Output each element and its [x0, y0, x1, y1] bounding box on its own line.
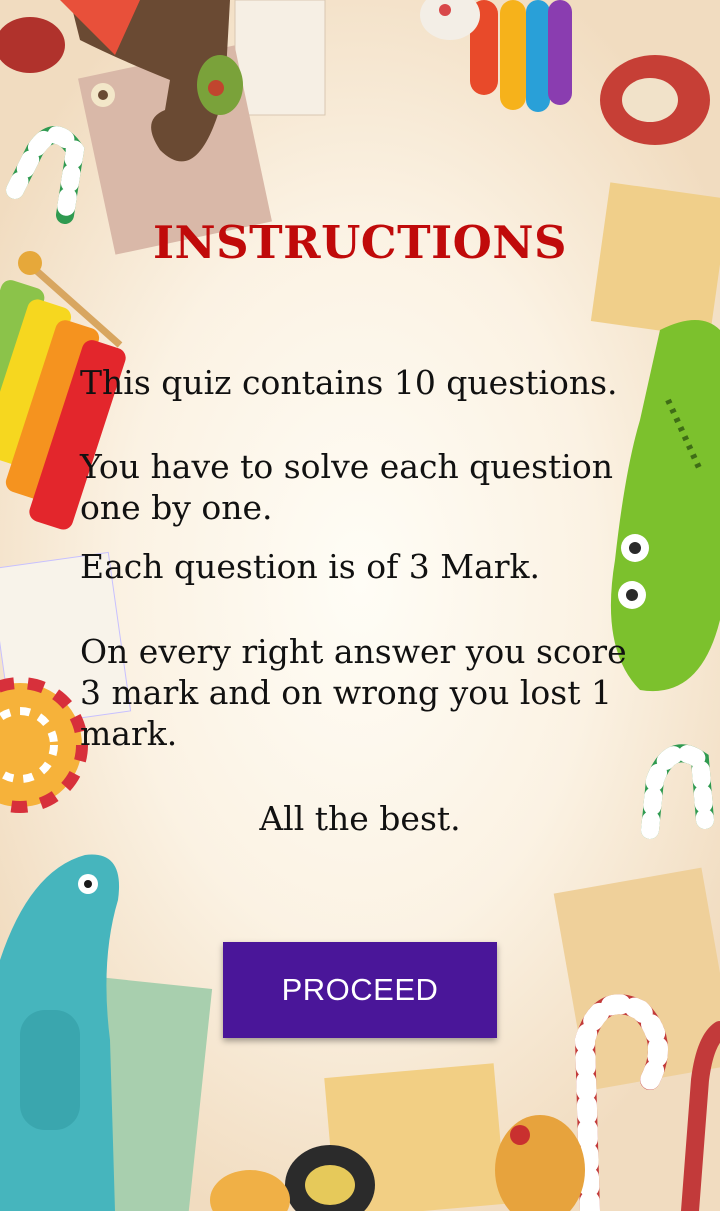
page-title: INSTRUCTIONS	[153, 216, 567, 269]
instruction-marks: Each question is of 3 Mark.	[80, 547, 541, 586]
instructions-screen: INSTRUCTIONS This quiz contains 10 quest…	[0, 0, 720, 1211]
instruction-one-by-one: You have to solve each question one by o…	[80, 447, 613, 527]
instruction-question-count: This quiz contains 10 questions.	[80, 363, 618, 402]
instruction-scoring: On every right answer you score 3 mark a…	[80, 632, 627, 753]
proceed-button[interactable]: PROCEED	[223, 942, 497, 1038]
closing-message: All the best.	[259, 799, 461, 838]
